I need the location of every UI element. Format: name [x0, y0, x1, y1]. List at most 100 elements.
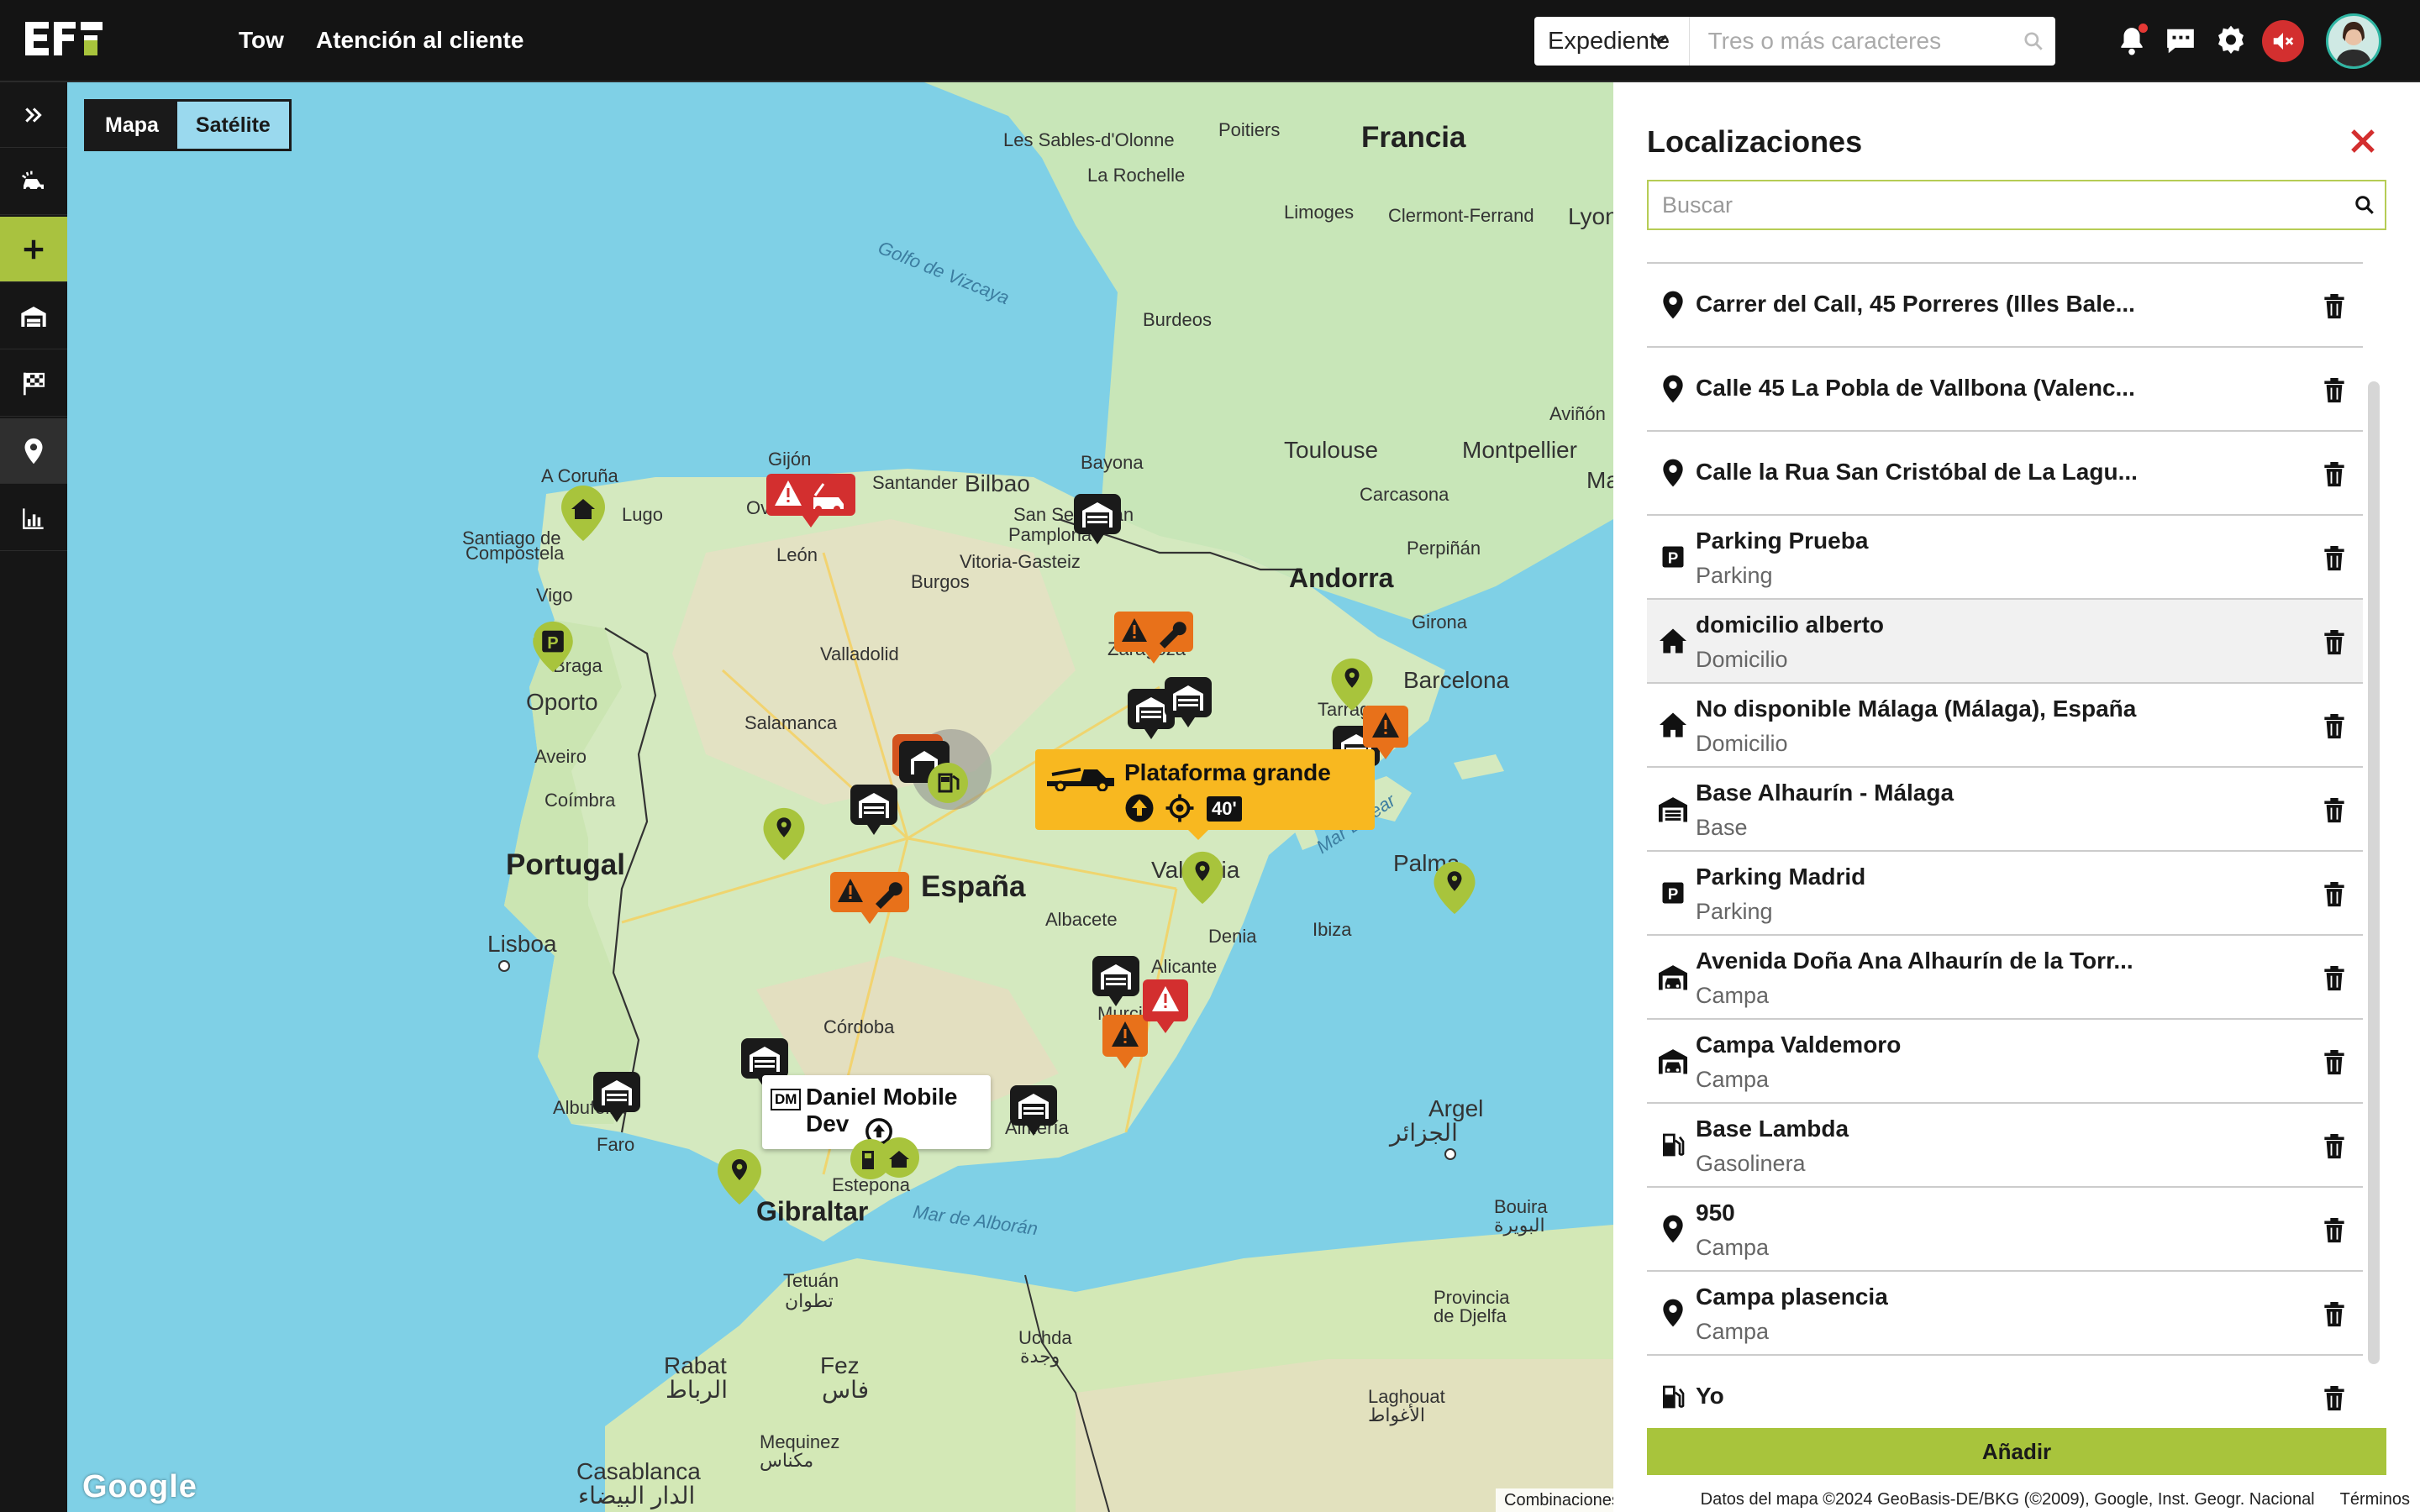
location-type: Campa — [1696, 1319, 1770, 1344]
map-marker-alert-tow-icon[interactable] — [765, 472, 857, 529]
map-marker-garage-icon[interactable] — [1163, 675, 1213, 729]
map-marker-pin-icon[interactable] — [761, 806, 807, 862]
sidebar-item-stats[interactable] — [0, 486, 67, 551]
trash-icon[interactable] — [2319, 1129, 2349, 1163]
checkered-flag-icon — [24, 372, 45, 395]
sidebar-item-races[interactable] — [0, 351, 67, 417]
map-marker-alert-repair-icon[interactable] — [829, 870, 911, 926]
list-scrollbar[interactable] — [2368, 381, 2380, 1364]
map-marker-fuel-home-icon[interactable] — [849, 1132, 921, 1188]
label-city: León — [776, 544, 818, 565]
trash-icon[interactable] — [2319, 1213, 2349, 1247]
list-item[interactable]: domicilio alberto Domicilio — [1647, 600, 2363, 684]
locations-panel: Localizaciones Carrer del Call, 45 Porre… — [1613, 82, 2420, 1512]
chevron-down-icon — [1651, 34, 1667, 45]
heading-arrow-icon — [1125, 794, 1154, 822]
sidebar-item-new[interactable] — [0, 217, 67, 282]
list-item[interactable]: P Parking Madrid Parking — [1647, 852, 2363, 936]
label-city: Tetuán — [783, 1270, 839, 1291]
garage-car-icon — [1655, 1043, 1691, 1079]
list-item[interactable]: 950 Campa — [1647, 1188, 2363, 1272]
user-avatar[interactable] — [2326, 13, 2381, 69]
trash-icon[interactable] — [2319, 793, 2349, 827]
locations-list[interactable]: Carrer del Call, 45 Porreres (Illes Bale… — [1647, 262, 2363, 1475]
label-city-arabic: فاس — [822, 1377, 870, 1403]
sidebar-item-garage[interactable] — [0, 284, 67, 349]
map-marker-pin-icon[interactable] — [1432, 860, 1477, 916]
map-marker-garage-icon[interactable] — [1072, 492, 1123, 546]
map-pin-icon — [1655, 1295, 1691, 1331]
list-item[interactable]: Avenida Doña Ana Alhaurín de la Torr... C… — [1647, 936, 2363, 1020]
nav-tow[interactable]: Tow — [239, 27, 284, 54]
trash-icon[interactable] — [2319, 457, 2349, 491]
location-name: Base Alhaurín - Málaga — [1696, 780, 1954, 806]
list-item[interactable]: Yo — [1647, 1356, 2363, 1440]
trash-icon[interactable] — [2319, 1381, 2349, 1415]
map-keyboard-shortcuts[interactable]: Combinaciones de teclas — [1496, 1488, 1613, 1512]
location-name: Base Lambda — [1696, 1116, 1849, 1142]
list-item[interactable]: P Parking Prueba Parking — [1647, 516, 2363, 600]
map-type-satelite[interactable]: Satélite — [176, 102, 289, 149]
list-item[interactable]: Calle 45 La Pobla de Vallbona (Valenc... — [1647, 348, 2363, 432]
list-item[interactable]: Base Alhaurín - Málaga Base — [1647, 768, 2363, 852]
sidebar-expand[interactable] — [0, 82, 67, 148]
garage-icon — [21, 306, 46, 327]
trash-icon[interactable] — [2319, 1045, 2349, 1079]
list-item[interactable]: Campa plasencia Campa — [1647, 1272, 2363, 1356]
location-type: Domicilio — [1696, 647, 1788, 672]
list-item[interactable]: No disponible Málaga (Málaga), España Dom… — [1647, 684, 2363, 768]
map-marker-alert-icon[interactable] — [1141, 978, 1190, 1037]
left-sidebar — [0, 82, 67, 1512]
label-city: Vigo — [536, 585, 573, 606]
trash-icon[interactable] — [2319, 709, 2349, 743]
map-marker-garage-icon[interactable] — [592, 1070, 642, 1124]
search-type-select[interactable]: Expediente — [1534, 17, 1690, 66]
trash-icon[interactable] — [2319, 541, 2349, 575]
list-item[interactable]: Campa Valdemoro Campa — [1647, 1020, 2363, 1104]
trash-icon[interactable] — [2319, 289, 2349, 323]
trash-icon[interactable] — [2319, 625, 2349, 659]
search-icon[interactable] — [2344, 194, 2385, 216]
sidebar-item-incidents[interactable] — [0, 150, 67, 215]
label-country: Gibraltar — [756, 1196, 869, 1226]
map-marker-alert-repair-icon[interactable] — [1113, 610, 1195, 665]
map-marker-pin-icon[interactable] — [1180, 850, 1225, 906]
driver-name: Daniel Mobile Dev — [806, 1084, 958, 1137]
svg-text:P: P — [1668, 885, 1679, 903]
search-input[interactable] — [1689, 17, 2012, 66]
map-marker-parking-icon[interactable]: P — [531, 620, 575, 674]
map-view[interactable]: Mapa Satélite Francia Portugal España An… — [67, 82, 1613, 1512]
nav-atencion-cliente[interactable]: Atención al cliente — [316, 27, 523, 54]
list-item[interactable]: Calle la Rua San Cristóbal de La Lagu... — [1647, 432, 2363, 516]
sound-muted-icon[interactable] — [2262, 20, 2304, 62]
label-city: Oporto — [526, 689, 598, 715]
map-marker-garage-icon[interactable] — [1091, 954, 1141, 1008]
map-marker-home-icon[interactable] — [560, 484, 607, 543]
notifications-bell-icon[interactable] — [2112, 22, 2151, 60]
sidebar-item-locations[interactable] — [0, 418, 67, 484]
list-item[interactable]: Base Lambda Gasolinera — [1647, 1104, 2363, 1188]
location-name: Campa Valdemoro — [1696, 1032, 1902, 1058]
trash-icon[interactable] — [2319, 373, 2349, 407]
map-pin-icon — [1655, 287, 1691, 323]
trash-icon[interactable] — [2319, 877, 2349, 911]
location-type: Campa — [1696, 983, 1770, 1008]
settings-gear-icon[interactable] — [2212, 22, 2250, 60]
trash-icon[interactable] — [2319, 1297, 2349, 1331]
chat-icon[interactable] — [2161, 22, 2200, 60]
map-type-mapa[interactable]: Mapa — [87, 102, 177, 149]
gas-pump-icon — [1655, 1127, 1691, 1163]
company-logo[interactable] — [22, 18, 109, 60]
vehicle-card-plataforma[interactable]: Plataforma grande 40' — [1035, 749, 1375, 840]
locations-search-input[interactable] — [1649, 192, 2344, 218]
map-marker-garage-icon[interactable] — [1008, 1084, 1059, 1137]
close-icon[interactable] — [2348, 126, 2378, 156]
search-icon[interactable] — [2012, 17, 2055, 66]
trash-icon[interactable] — [2319, 961, 2349, 995]
list-item[interactable]: Carrer del Call, 45 Porreres (Illes Bale… — [1647, 264, 2363, 348]
google-logo: Google — [82, 1469, 197, 1504]
map-marker-pin-icon[interactable] — [716, 1147, 763, 1206]
map-marker-cluster-icon[interactable] — [886, 726, 995, 818]
add-location-button[interactable]: Añadir — [1647, 1428, 2386, 1475]
map-terms-link[interactable]: Términos — [2340, 1490, 2410, 1509]
